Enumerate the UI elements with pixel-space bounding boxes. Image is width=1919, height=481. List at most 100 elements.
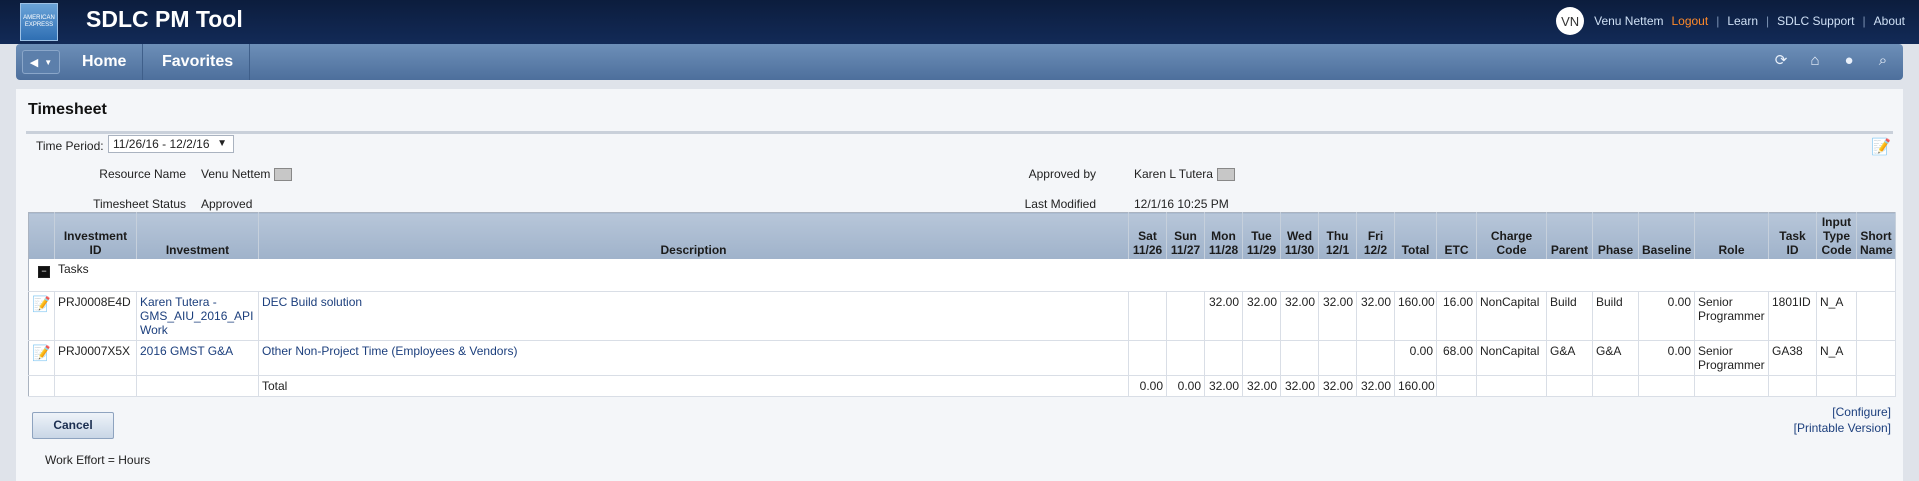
column-header-description[interactable]: Description <box>258 212 1129 259</box>
wed-cell[interactable] <box>1280 340 1319 376</box>
totals-empty-cell <box>1856 375 1896 397</box>
mail-icon[interactable] <box>274 168 293 182</box>
sdlc-support-link[interactable]: SDLC Support <box>1777 14 1854 28</box>
row-edit-cell[interactable]: 📝 <box>28 291 55 341</box>
fri-cell[interactable]: 32.00 <box>1356 291 1395 341</box>
collapse-icon[interactable]: − <box>38 266 50 278</box>
tasks-group-cell: − Tasks <box>28 259 1896 292</box>
column-header-thu[interactable]: Thu 12/1 <box>1318 212 1357 259</box>
user-name-link[interactable]: Venu Nettem <box>1594 14 1663 28</box>
charge-code-cell: NonCapital <box>1476 291 1547 341</box>
baseline-cell: 0.00 <box>1638 291 1695 341</box>
logout-link[interactable]: Logout <box>1671 14 1708 28</box>
thu-cell[interactable]: 32.00 <box>1318 291 1357 341</box>
etc-cell: 16.00 <box>1436 291 1477 341</box>
tasks-group-row: − Tasks <box>28 259 1896 292</box>
app-title: SDLC PM Tool <box>86 6 243 32</box>
sun-cell[interactable] <box>1166 340 1205 376</box>
task-id-cell: 1801ID <box>1768 291 1817 341</box>
thu-cell[interactable] <box>1318 340 1357 376</box>
user-links: VN Venu Nettem Logout | Learn | SDLC Sup… <box>1556 7 1905 35</box>
sun-cell[interactable] <box>1166 291 1205 341</box>
phase-cell: G&A <box>1592 340 1639 376</box>
sun-total: 0.00 <box>1166 375 1205 397</box>
totals-edit-cell <box>28 375 55 397</box>
resource-name-label: Resource Name <box>99 167 186 181</box>
home-icon[interactable]: ⌂ <box>1805 50 1825 72</box>
edit-icon[interactable]: 📝 <box>32 296 51 313</box>
mail-icon[interactable] <box>1216 168 1235 182</box>
configure-link[interactable]: [Configure] <box>1832 405 1891 419</box>
totals-empty-cell <box>1694 375 1769 397</box>
description-link[interactable]: Other Non-Project Time (Employees & Vend… <box>258 340 1129 376</box>
time-period-select[interactable]: 11/26/16 - 12/2/16 ▼ <box>108 135 234 153</box>
column-header-mon[interactable]: Mon 11/28 <box>1204 212 1243 259</box>
totals-empty-cell <box>1592 375 1639 397</box>
totals-label: Total <box>258 375 1129 397</box>
role-cell: Senior Programmer <box>1694 340 1769 376</box>
mon-cell[interactable]: 32.00 <box>1204 291 1243 341</box>
column-header-investment-id[interactable]: Investment ID <box>54 212 137 259</box>
input-type-code-cell: N_A <box>1816 291 1857 341</box>
company-logo[interactable]: AMERICAN EXPRESS <box>20 3 58 41</box>
user-avatar[interactable]: VN <box>1556 7 1585 35</box>
fri-total: 32.00 <box>1356 375 1395 397</box>
page-title: Timesheet <box>28 101 107 118</box>
column-header-phase[interactable]: Phase <box>1592 212 1639 259</box>
back-button[interactable]: ◀ ▼ <box>22 50 60 74</box>
column-header-sat[interactable]: Sat 11/26 <box>1128 212 1167 259</box>
time-period-value: 11/26/16 - 12/2/16 <box>113 137 210 151</box>
divider <box>26 131 1893 134</box>
sat-cell[interactable] <box>1128 291 1167 341</box>
help-icon[interactable]: ● <box>1839 50 1859 72</box>
printable-version-link[interactable]: [Printable Version] <box>1794 421 1891 435</box>
row-edit-cell[interactable]: 📝 <box>28 340 55 376</box>
short-name-cell <box>1856 340 1896 376</box>
column-header-total[interactable]: Total <box>1394 212 1437 259</box>
totals-empty-cell <box>1546 375 1593 397</box>
description-link[interactable]: DEC Build solution <box>258 291 1129 341</box>
parent-cell: Build <box>1546 291 1593 341</box>
totals-empty-cell <box>1436 375 1477 397</box>
column-header-role[interactable]: Role <box>1694 212 1769 259</box>
tue-total: 32.00 <box>1242 375 1281 397</box>
etc-cell: 68.00 <box>1436 340 1477 376</box>
investment-link[interactable]: 2016 GMST G&A <box>136 340 259 376</box>
nav-bar: ◀ ▼ Home Favorites ⟳ ⌂ ● ⌕ <box>16 44 1903 80</box>
column-header-task-id[interactable]: Task ID <box>1768 212 1817 259</box>
column-header-charge-code[interactable]: Charge Code <box>1476 212 1547 259</box>
column-header-parent[interactable]: Parent <box>1546 212 1593 259</box>
column-header-etc[interactable]: ETC <box>1436 212 1477 259</box>
search-icon[interactable]: ⌕ <box>1873 50 1893 72</box>
nav-home[interactable]: Home <box>66 44 144 80</box>
column-header-wed[interactable]: Wed 11/30 <box>1280 212 1319 259</box>
resource-name-value: Venu Nettem <box>201 167 293 182</box>
column-header-fri[interactable]: Fri 12/2 <box>1356 212 1395 259</box>
edit-icon[interactable]: 📝 <box>32 345 51 362</box>
about-link[interactable]: About <box>1874 14 1905 28</box>
tue-cell[interactable] <box>1242 340 1281 376</box>
edit-icon[interactable]: 📝 <box>1871 137 1891 157</box>
investment-link[interactable]: Karen Tutera - GMS_AIU_2016_API Work <box>136 291 259 341</box>
cancel-button[interactable]: Cancel <box>32 412 114 439</box>
mon-total: 32.00 <box>1204 375 1243 397</box>
nav-favorites[interactable]: Favorites <box>146 44 251 80</box>
column-header-tue[interactable]: Tue 11/29 <box>1242 212 1281 259</box>
column-header-input-type-code[interactable]: Input Type Code <box>1816 212 1857 259</box>
totals-empty-cell <box>54 375 137 397</box>
learn-link[interactable]: Learn <box>1727 14 1758 28</box>
fri-cell[interactable] <box>1356 340 1395 376</box>
charge-code-cell: NonCapital <box>1476 340 1547 376</box>
separator: | <box>1716 14 1720 28</box>
wed-cell[interactable]: 32.00 <box>1280 291 1319 341</box>
column-header-short-name[interactable]: Short Name <box>1856 212 1896 259</box>
mon-cell[interactable] <box>1204 340 1243 376</box>
totals-empty-cell <box>136 375 259 397</box>
column-header-baseline[interactable]: Baseline <box>1638 212 1695 259</box>
sat-cell[interactable] <box>1128 340 1167 376</box>
column-header-investment[interactable]: Investment <box>136 212 259 259</box>
sat-total: 0.00 <box>1128 375 1167 397</box>
refresh-icon[interactable]: ⟳ <box>1771 50 1791 72</box>
column-header-sun[interactable]: Sun 11/27 <box>1166 212 1205 259</box>
tue-cell[interactable]: 32.00 <box>1242 291 1281 341</box>
